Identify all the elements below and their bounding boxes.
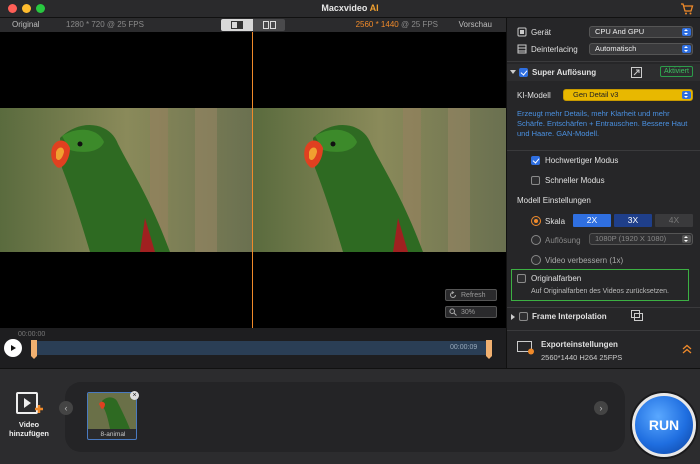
fast-mode-checkbox[interactable] bbox=[531, 176, 540, 185]
export-icon bbox=[517, 341, 534, 355]
device-label: Gerät bbox=[531, 28, 552, 37]
chevron-right-icon[interactable]: › bbox=[594, 401, 608, 415]
scale-2x-button[interactable]: 2X bbox=[573, 214, 611, 227]
original-colors-description: Auf Originalfarben des Videos zurücksetz… bbox=[531, 288, 670, 295]
chevron-right-icon[interactable] bbox=[510, 314, 516, 320]
video-improve-label: Video verbessern (1x) bbox=[545, 256, 624, 265]
side-by-side-icon bbox=[262, 21, 276, 29]
zoom-icon bbox=[449, 308, 457, 316]
compare-divider[interactable] bbox=[252, 32, 253, 328]
frame-interpolation-label: Frame Interpolation bbox=[532, 312, 607, 321]
settings-panel: Gerät CPU And GPU Deinterlacing Automati… bbox=[506, 18, 700, 368]
fast-mode-label: Schneller Modus bbox=[545, 176, 605, 185]
media-bar: Video hinzufügen ‹ 8-animal × › RUN bbox=[0, 368, 700, 464]
gpu-icon bbox=[517, 27, 527, 37]
clip-strip bbox=[65, 382, 625, 452]
export-settings-title: Exporteinstellungen bbox=[541, 340, 618, 349]
resolution-select[interactable]: 1080P (1920 X 1080) bbox=[589, 233, 693, 245]
timeline-track[interactable] bbox=[36, 341, 487, 355]
preview-resolution: 2560 * 1440 @ 25 FPS bbox=[355, 20, 438, 29]
refresh-icon bbox=[450, 291, 456, 298]
app-title: Macxvideo AI bbox=[321, 3, 379, 13]
chevron-left-icon[interactable]: ‹ bbox=[59, 401, 73, 415]
preview-frame bbox=[253, 108, 506, 252]
timeline: 00:00:00 00:00:09 bbox=[0, 328, 506, 368]
zoom-button[interactable]: 30% bbox=[445, 306, 497, 318]
deinterlacing-label: Deinterlacing bbox=[531, 45, 578, 54]
play-button[interactable] bbox=[4, 339, 22, 357]
expand-icon[interactable] bbox=[631, 67, 642, 78]
scale-radio[interactable] bbox=[531, 216, 541, 226]
original-colors-label: Originalfarben bbox=[531, 274, 582, 283]
divider bbox=[507, 150, 700, 151]
clip-name: 8-animal bbox=[100, 431, 126, 438]
preview-label: Vorschau bbox=[458, 20, 492, 29]
close-icon[interactable]: × bbox=[130, 391, 139, 400]
divider bbox=[507, 330, 700, 331]
chevron-up-icon[interactable] bbox=[682, 344, 692, 354]
original-label: Original bbox=[12, 20, 40, 29]
side-by-side-button[interactable] bbox=[253, 19, 285, 31]
add-video-button[interactable]: Video hinzufügen bbox=[6, 391, 52, 438]
preview-header: Original 1280 * 720 @ 25 FPS 2560 * 1440… bbox=[0, 18, 506, 32]
active-badge: Aktiviert bbox=[660, 66, 693, 77]
scale-label: Skala bbox=[545, 217, 566, 226]
divider bbox=[507, 307, 700, 308]
model-settings-label: Modell Einstellungen bbox=[517, 196, 591, 205]
video-improve-radio[interactable] bbox=[531, 255, 541, 265]
export-settings-details: 2560*1440 H264 25FPS bbox=[541, 353, 623, 362]
frame-icon[interactable] bbox=[631, 310, 643, 321]
ki-model-label: KI-Modell bbox=[517, 91, 551, 100]
resolution-label: Auflösung bbox=[545, 236, 581, 245]
run-button[interactable]: RUN bbox=[632, 393, 696, 457]
original-frame bbox=[0, 108, 253, 252]
time-start: 00:00:00 bbox=[18, 331, 46, 338]
cart-icon[interactable] bbox=[680, 2, 694, 16]
deinterlacing-select[interactable]: Automatisch bbox=[589, 43, 693, 55]
ki-model-select[interactable]: Gen Detail v3 bbox=[563, 89, 693, 101]
ki-model-description: Erzeugt mehr Details, mehr Klarheit und … bbox=[517, 109, 688, 138]
title-bar: Macxvideo AI bbox=[0, 0, 700, 18]
film-add-icon bbox=[16, 392, 43, 414]
trim-start-handle[interactable] bbox=[31, 340, 37, 359]
resolution-radio[interactable] bbox=[531, 235, 541, 245]
scale-3x-button[interactable]: 3X bbox=[614, 214, 652, 227]
divider bbox=[507, 61, 700, 62]
trim-end-handle[interactable] bbox=[486, 340, 492, 359]
super-resolution-title: Super Auflösung bbox=[532, 68, 597, 77]
clip-thumbnail[interactable]: 8-animal bbox=[87, 392, 137, 440]
device-select[interactable]: CPU And GPU bbox=[589, 26, 693, 38]
play-icon bbox=[11, 345, 16, 351]
chevron-down-icon[interactable] bbox=[510, 69, 516, 75]
high-quality-checkbox[interactable] bbox=[531, 156, 540, 165]
frame-interpolation-checkbox[interactable] bbox=[519, 312, 528, 321]
compare-toggle[interactable] bbox=[221, 19, 285, 31]
high-quality-label: Hochwertiger Modus bbox=[545, 156, 619, 165]
scale-4x-button[interactable]: 4X bbox=[655, 214, 693, 227]
video-preview[interactable]: Refresh 30% bbox=[0, 32, 506, 328]
compare-icon bbox=[231, 21, 243, 29]
time-end: 00:00:09 bbox=[450, 344, 478, 351]
deinterlace-icon bbox=[517, 44, 527, 54]
original-resolution: 1280 * 720 @ 25 FPS bbox=[66, 20, 144, 29]
super-resolution-checkbox[interactable] bbox=[519, 68, 528, 77]
split-view-button[interactable] bbox=[221, 19, 253, 31]
refresh-button[interactable]: Refresh bbox=[445, 289, 497, 301]
original-colors-checkbox[interactable] bbox=[517, 274, 526, 283]
